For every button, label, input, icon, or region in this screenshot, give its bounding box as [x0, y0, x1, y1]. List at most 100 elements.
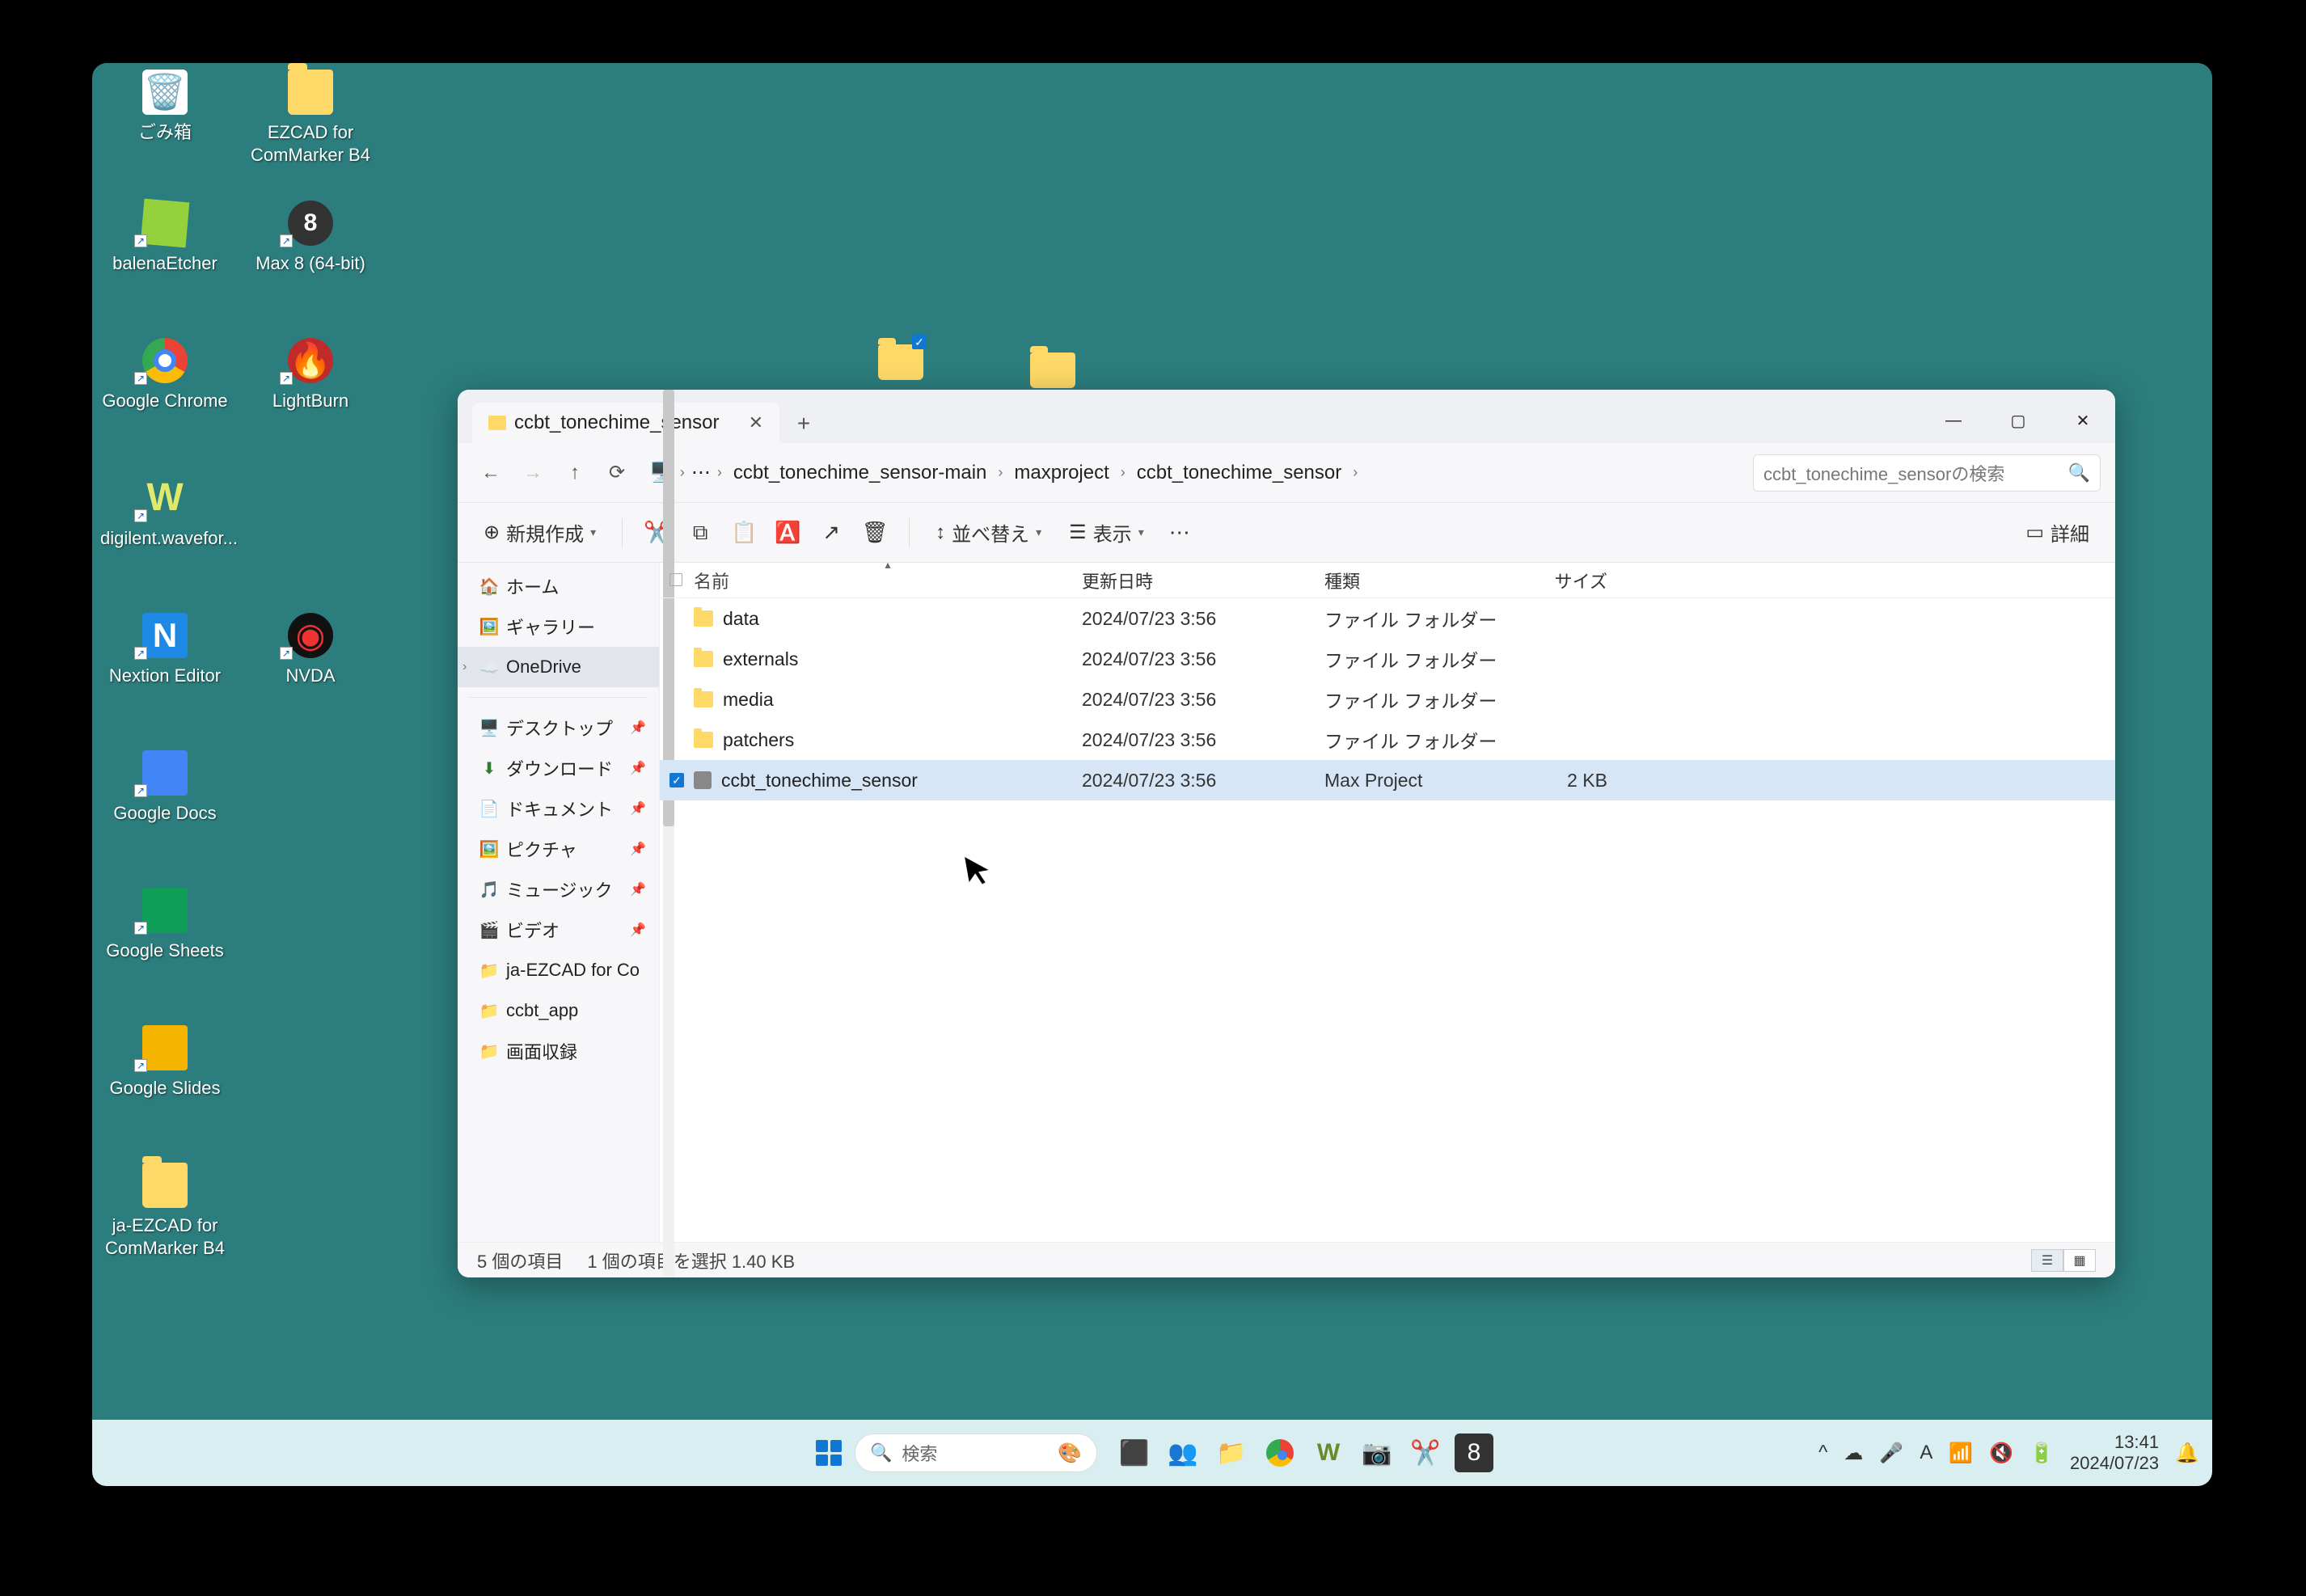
nav-desktop[interactable]: 🖥️デスクトップ📌 [458, 707, 659, 748]
explorer-tab[interactable]: ccbt_tonechime_sensor ✕ [472, 403, 779, 443]
chevron-right-icon[interactable]: › [1351, 464, 1359, 481]
chevron-right-icon[interactable]: › [996, 464, 1004, 481]
start-button[interactable] [811, 1435, 847, 1471]
nav-label: デスクトップ [506, 715, 613, 741]
rename-button[interactable]: 🅰️ [770, 515, 805, 551]
file-row[interactable]: patchers2024/07/23 3:56ファイル フォルダー [660, 720, 2115, 760]
nav-onedrive[interactable]: ›☁️OneDrive [458, 647, 659, 687]
nav-downloads[interactable]: ⬇ダウンロード📌 [458, 748, 659, 788]
sort-button[interactable]: ↕並べ替え▾ [926, 515, 1051, 551]
select-all-checkbox[interactable] [669, 573, 682, 586]
desktop-icon-lightburn[interactable]: 🔥↗LightBurn [246, 338, 375, 412]
breadcrumb-item[interactable]: ccbt_tonechime_sensor [1132, 458, 1346, 488]
chevron-right-icon[interactable]: › [462, 660, 467, 674]
desktop-icon-waveforms[interactable]: W↗digilent.wavefor... [100, 475, 230, 550]
pin-icon: 📌 [630, 800, 646, 817]
chevron-right-icon[interactable]: › [716, 464, 724, 481]
taskbar-search[interactable]: 🔍 検索 🎨 [855, 1433, 1097, 1472]
chevron-right-icon[interactable]: › [678, 464, 686, 481]
close-window-button[interactable]: ✕ [2050, 398, 2115, 443]
nav-home[interactable]: 🏠ホーム [458, 566, 659, 606]
battery-icon[interactable]: 🔋 [2029, 1442, 2054, 1465]
desktop-icon-max8[interactable]: 8↗Max 8 (64-bit) [246, 201, 375, 275]
desktop-loose-folder-checked[interactable] [878, 344, 923, 380]
nav-documents[interactable]: 📄ドキュメント📌 [458, 788, 659, 829]
delete-button[interactable]: 🗑 [857, 515, 893, 551]
search-box[interactable]: ccbt_tonechime_sensorの検索 🔍 [1753, 454, 2101, 492]
breadcrumb-bar[interactable]: 🖥️ › ⋯ › ccbt_tonechime_sensor-main › ma… [640, 454, 1748, 492]
desktop-icon-slides[interactable]: ↗Google Slides [100, 1025, 230, 1100]
breadcrumb-item[interactable]: ccbt_tonechime_sensor-main [729, 458, 992, 488]
chevron-down-icon: ▾ [1036, 526, 1041, 539]
breadcrumb-item[interactable]: maxproject [1009, 458, 1113, 488]
new-button[interactable]: ⊕新規作成▾ [474, 515, 606, 551]
titlebar[interactable]: ccbt_tonechime_sensor ✕ + — ▢ ✕ [458, 390, 2115, 443]
chevron-right-icon[interactable]: › [1119, 464, 1127, 481]
share-button[interactable]: ↗ [813, 515, 849, 551]
up-button[interactable]: ↑ [556, 454, 593, 492]
chrome-taskbar-icon[interactable] [1261, 1433, 1299, 1472]
task-view-button[interactable]: ⬛ [1115, 1433, 1154, 1472]
nav-ezcad-folder[interactable]: 📁ja-EZCAD for Co [458, 950, 659, 990]
file-explorer-icon[interactable]: 📁 [1212, 1433, 1251, 1472]
onedrive-tray-icon[interactable]: ☁ [1844, 1442, 1863, 1465]
navigation-pane[interactable]: 🏠ホーム 🖼️ギャラリー ›☁️OneDrive 🖥️デスクトップ📌 ⬇ダウンロ… [458, 563, 660, 1242]
desktop-icon-ja-ezcad[interactable]: ja-EZCAD for ComMarker B4 [100, 1163, 230, 1259]
desktop-icon-nextion[interactable]: N↗Nextion Editor [100, 613, 230, 687]
taskbar[interactable]: 🔍 検索 🎨 ⬛ 👥 📁 W 📷 ✂️ 8 ^ ☁ 🎤 A 📶 🔇 🔋 [92, 1420, 2212, 1486]
ellipsis-icon[interactable]: ⋯ [691, 461, 711, 484]
forward-button[interactable]: → [514, 454, 551, 492]
back-button[interactable]: ← [472, 454, 509, 492]
nav-gallery[interactable]: 🖼️ギャラリー [458, 606, 659, 647]
more-button[interactable]: ⋯ [1162, 515, 1197, 551]
nav-screenrec-folder[interactable]: 📁画面収録 [458, 1031, 659, 1071]
col-type[interactable]: 種類 [1324, 568, 1527, 593]
copy-button[interactable]: ⧉ [682, 515, 718, 551]
col-size[interactable]: サイズ [1527, 568, 1624, 593]
file-row[interactable]: data2024/07/23 3:56ファイル フォルダー [660, 598, 2115, 639]
tray-chevron-icon[interactable]: ^ [1818, 1442, 1827, 1464]
file-row[interactable]: ✓ccbt_tonechime_sensor2024/07/23 3:56Max… [660, 760, 2115, 800]
maximize-button[interactable]: ▢ [1986, 398, 2050, 443]
desktop-icon-balenaetcher[interactable]: ↗balenaEtcher [100, 201, 230, 275]
nav-pictures[interactable]: 🖼️ピクチャ📌 [458, 829, 659, 869]
checkbox[interactable]: ✓ [669, 773, 684, 787]
minimize-button[interactable]: — [1921, 398, 1986, 443]
ime-icon[interactable]: A [1920, 1442, 1932, 1464]
clock[interactable]: 13:41 2024/07/23 [2070, 1432, 2159, 1475]
microphone-tray-icon[interactable]: 🎤 [1879, 1442, 1903, 1465]
desktop-icon-sheets[interactable]: ↗Google Sheets [100, 888, 230, 962]
desktop-icon-ezcad[interactable]: EZCAD for ComMarker B4 [246, 70, 375, 166]
teams-icon[interactable]: 👥 [1164, 1433, 1202, 1472]
waveforms-taskbar-icon[interactable]: W [1309, 1433, 1348, 1472]
snipping-icon[interactable]: ✂️ [1406, 1433, 1445, 1472]
new-tab-button[interactable]: + [788, 411, 820, 443]
details-view-button[interactable]: ☰ [2031, 1249, 2063, 1272]
nav-videos[interactable]: 🎬ビデオ📌 [458, 910, 659, 950]
desktop-icon-docs[interactable]: ↗Google Docs [100, 750, 230, 825]
desktop-icon-nvda[interactable]: ◉↗NVDA [246, 613, 375, 687]
camera-icon[interactable]: 📷 [1358, 1433, 1396, 1472]
details-pane-button[interactable]: ▭詳細 [2016, 515, 2099, 551]
icons-view-button[interactable]: ▦ [2063, 1249, 2096, 1272]
refresh-button[interactable]: ⟳ [598, 454, 636, 492]
notifications-icon[interactable]: 🔔 [2175, 1442, 2199, 1465]
file-list[interactable]: ▴名前 更新日時 種類 サイズ data2024/07/23 3:56ファイル … [660, 563, 2115, 1242]
taskbar-center: 🔍 検索 🎨 ⬛ 👥 📁 W 📷 ✂️ 8 [811, 1433, 1493, 1472]
desktop-icon-chrome[interactable]: ↗Google Chrome [100, 338, 230, 412]
file-row[interactable]: externals2024/07/23 3:56ファイル フォルダー [660, 639, 2115, 679]
nav-music[interactable]: 🎵ミュージック📌 [458, 869, 659, 910]
close-tab-icon[interactable]: ✕ [749, 412, 763, 433]
volume-icon[interactable]: 🔇 [1989, 1442, 2013, 1465]
paste-button[interactable]: 📋 [726, 515, 762, 551]
max8-taskbar-icon[interactable]: 8 [1455, 1433, 1493, 1472]
file-row[interactable]: media2024/07/23 3:56ファイル フォルダー [660, 679, 2115, 720]
folder-icon: 📁 [480, 1002, 498, 1020]
col-name[interactable]: 名前 [694, 568, 729, 593]
desktop-loose-folder[interactable] [1030, 353, 1075, 388]
col-date[interactable]: 更新日時 [1082, 568, 1324, 593]
desktop-icon-recycle-bin[interactable]: 🗑️ごみ箱 [100, 70, 230, 144]
view-button[interactable]: ☰表示▾ [1059, 515, 1154, 551]
wifi-icon[interactable]: 📶 [1949, 1442, 1973, 1465]
nav-ccbt-folder[interactable]: 📁ccbt_app [458, 990, 659, 1031]
